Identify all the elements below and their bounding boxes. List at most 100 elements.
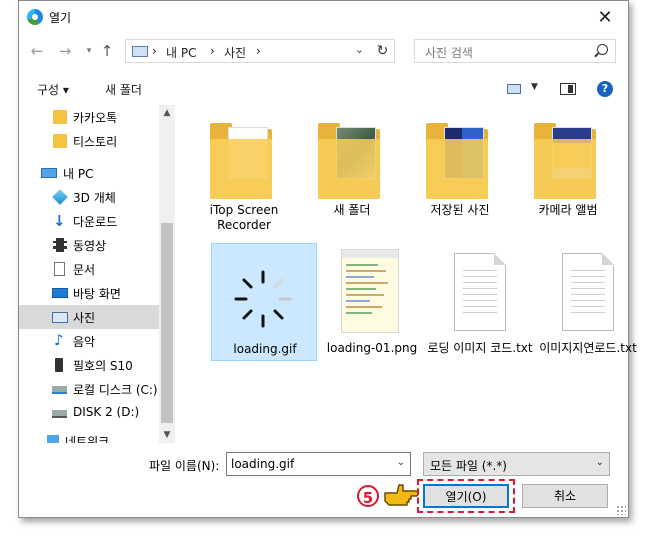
sidebar-item-videos[interactable]: 동영상 — [19, 233, 159, 257]
text-file-icon — [552, 253, 624, 333]
file-name: loading-01.png — [326, 341, 418, 355]
preview-pane-icon[interactable] — [560, 83, 576, 95]
breadcrumb-pictures[interactable]: 사진 — [224, 44, 246, 61]
address-bar[interactable]: › 내 PC › 사진 › ⌄ — [125, 39, 395, 63]
scrollbar-thumb[interactable] — [161, 223, 173, 423]
folder-icon — [208, 121, 280, 201]
scroll-down-icon[interactable]: ▼ — [159, 427, 175, 443]
text-file-icon — [444, 253, 516, 333]
file-item[interactable]: 로딩 이미지 코드.txt — [427, 243, 533, 361]
file-item[interactable]: 저장된 사진 — [407, 111, 513, 229]
toolbar: 구성 ▾ 새 폴더 ▼ ? — [19, 75, 628, 103]
sidebar-item-tistory[interactable]: 티스토리 — [19, 129, 159, 153]
file-name: 로딩 이미지 코드.txt — [427, 341, 533, 355]
sidebar-item-network[interactable]: 네트워크 — [19, 429, 159, 443]
search-placeholder: 사진 검색 — [425, 46, 473, 60]
close-button[interactable]: ✕ — [582, 1, 628, 33]
sidebar-item-downloads[interactable]: ↓ 다운로드 — [19, 209, 159, 233]
dialog-footer: 파일 이름(N): loading.gif ⌄ 모든 파일 (*.*) ⌄ 5 … — [19, 447, 628, 517]
view-options-icon[interactable] — [507, 84, 521, 94]
file-item[interactable]: iTop Screen Recorder — [191, 111, 297, 232]
organize-menu-button[interactable]: 구성 ▾ — [37, 81, 69, 98]
phone-icon — [55, 358, 63, 372]
resize-grip[interactable] — [616, 505, 626, 515]
back-arrow-icon[interactable]: ← — [27, 41, 47, 61]
file-item[interactable]: loading-01.png — [319, 243, 425, 361]
file-item[interactable]: loading.gif — [211, 243, 317, 361]
search-icon — [597, 44, 608, 55]
sidebar-item-3d-objects[interactable]: 3D 개체 — [19, 185, 159, 209]
sidebar-item-label: 티스토리 — [73, 135, 118, 149]
file-item[interactable]: 새 폴더 — [299, 111, 405, 229]
document-icon — [54, 262, 65, 276]
title-bar: 열기 ✕ — [19, 1, 628, 33]
sidebar-item-label: 다운로드 — [73, 215, 118, 229]
sidebar-item-documents[interactable]: 문서 — [19, 257, 159, 281]
file-name: 카메라 앨범 — [538, 203, 598, 217]
navigation-bar: ← → ▾ ↑ › 내 PC › 사진 › ⌄ ↻ 사진 검색 — [19, 35, 628, 67]
music-icon: ♪ — [54, 331, 64, 349]
step-number-badge: 5 — [357, 485, 379, 507]
sidebar-item-label: 3D 개체 — [73, 191, 116, 205]
file-name: 저장된 사진 — [430, 203, 490, 217]
sidebar-item-pictures[interactable]: 사진 — [19, 305, 159, 329]
sidebar-item-label: 내 PC — [63, 167, 94, 181]
sidebar-scrollbar[interactable]: ▲ ▼ — [159, 105, 175, 443]
help-icon[interactable]: ? — [597, 81, 613, 97]
pointing-hand-icon — [383, 481, 419, 509]
sidebar-item-label: 바탕 화면 — [73, 287, 121, 301]
sidebar-item-phone[interactable]: 필호의 S10 — [19, 353, 159, 377]
download-icon: ↓ — [53, 212, 66, 230]
folder-icon — [532, 121, 604, 201]
dialog-title: 열기 — [49, 11, 72, 25]
sidebar-item-label: 로컬 디스크 (C:) — [73, 383, 158, 397]
address-dropdown-icon[interactable]: ⌄ — [355, 43, 364, 56]
breadcrumb-separator: › — [152, 44, 157, 58]
chevron-down-icon[interactable]: ⌄ — [397, 457, 405, 468]
sidebar-item-desktop[interactable]: 바탕 화면 — [19, 281, 159, 305]
filetype-select[interactable]: 모든 파일 (*.*) ⌄ — [423, 452, 610, 476]
sidebar-item-local-disk-c[interactable]: 로컬 디스크 (C:) — [19, 377, 159, 401]
video-icon — [53, 238, 67, 252]
filename-input[interactable]: loading.gif ⌄ — [226, 452, 411, 476]
refresh-button[interactable]: ↻ — [371, 39, 395, 63]
recent-locations-dropdown-icon[interactable]: ▾ — [79, 41, 99, 61]
sidebar-item-kakaotalk[interactable]: 카카오톡 — [19, 105, 159, 129]
breadcrumb-separator[interactable]: › — [256, 44, 261, 58]
forward-arrow-icon[interactable]: → — [55, 41, 75, 61]
file-item[interactable]: 카메라 앨범 — [515, 111, 621, 229]
new-folder-button[interactable]: 새 폴더 — [105, 81, 142, 98]
scroll-up-icon[interactable]: ▲ — [159, 105, 175, 121]
sidebar-item-this-pc[interactable]: 내 PC — [19, 161, 159, 185]
folder-icon — [53, 134, 67, 148]
breadcrumb-separator: › — [210, 44, 215, 58]
breadcrumb-this-pc[interactable]: 내 PC — [166, 44, 196, 61]
folder-icon — [316, 121, 388, 201]
file-name: iTop Screen Recorder — [209, 203, 279, 232]
edge-app-icon — [27, 9, 43, 25]
sidebar-item-label: 필호의 S10 — [73, 359, 133, 373]
search-input[interactable]: 사진 검색 — [414, 39, 616, 63]
sidebar-item-label: 사진 — [73, 311, 96, 325]
sidebar-item-label: 네트워크 — [65, 435, 110, 443]
sidebar-item-disk-2-d[interactable]: DISK 2 (D:) — [19, 401, 159, 425]
file-item[interactable]: 이미지지연로드.txt — [535, 243, 641, 361]
pictures-icon — [52, 312, 68, 323]
up-arrow-icon[interactable]: ↑ — [97, 41, 117, 61]
filetype-value: 모든 파일 (*.*) — [430, 459, 507, 473]
sidebar-item-label: 문서 — [73, 263, 96, 277]
file-list: iTop Screen Recorder 새 폴더 저장된 사진 카메라 앨범 … — [179, 105, 637, 443]
open-button[interactable]: 열기(O) — [423, 484, 509, 508]
cancel-button[interactable]: 취소 — [522, 484, 608, 508]
sidebar-item-label: 동영상 — [73, 239, 107, 253]
drive-icon — [52, 386, 67, 394]
folder-icon — [53, 110, 67, 124]
network-icon — [47, 435, 59, 443]
view-options-dropdown-icon[interactable]: ▼ — [531, 82, 538, 92]
open-file-dialog: 열기 ✕ ← → ▾ ↑ › 내 PC › 사진 › ⌄ ↻ 사진 검색 구성 … — [18, 0, 637, 518]
filename-value: loading.gif — [231, 457, 295, 471]
sidebar-item-label: 음악 — [73, 335, 96, 349]
3d-objects-icon — [52, 189, 68, 205]
loading-spinner-icon — [228, 264, 298, 334]
sidebar-item-music[interactable]: ♪ 음악 — [19, 329, 159, 353]
